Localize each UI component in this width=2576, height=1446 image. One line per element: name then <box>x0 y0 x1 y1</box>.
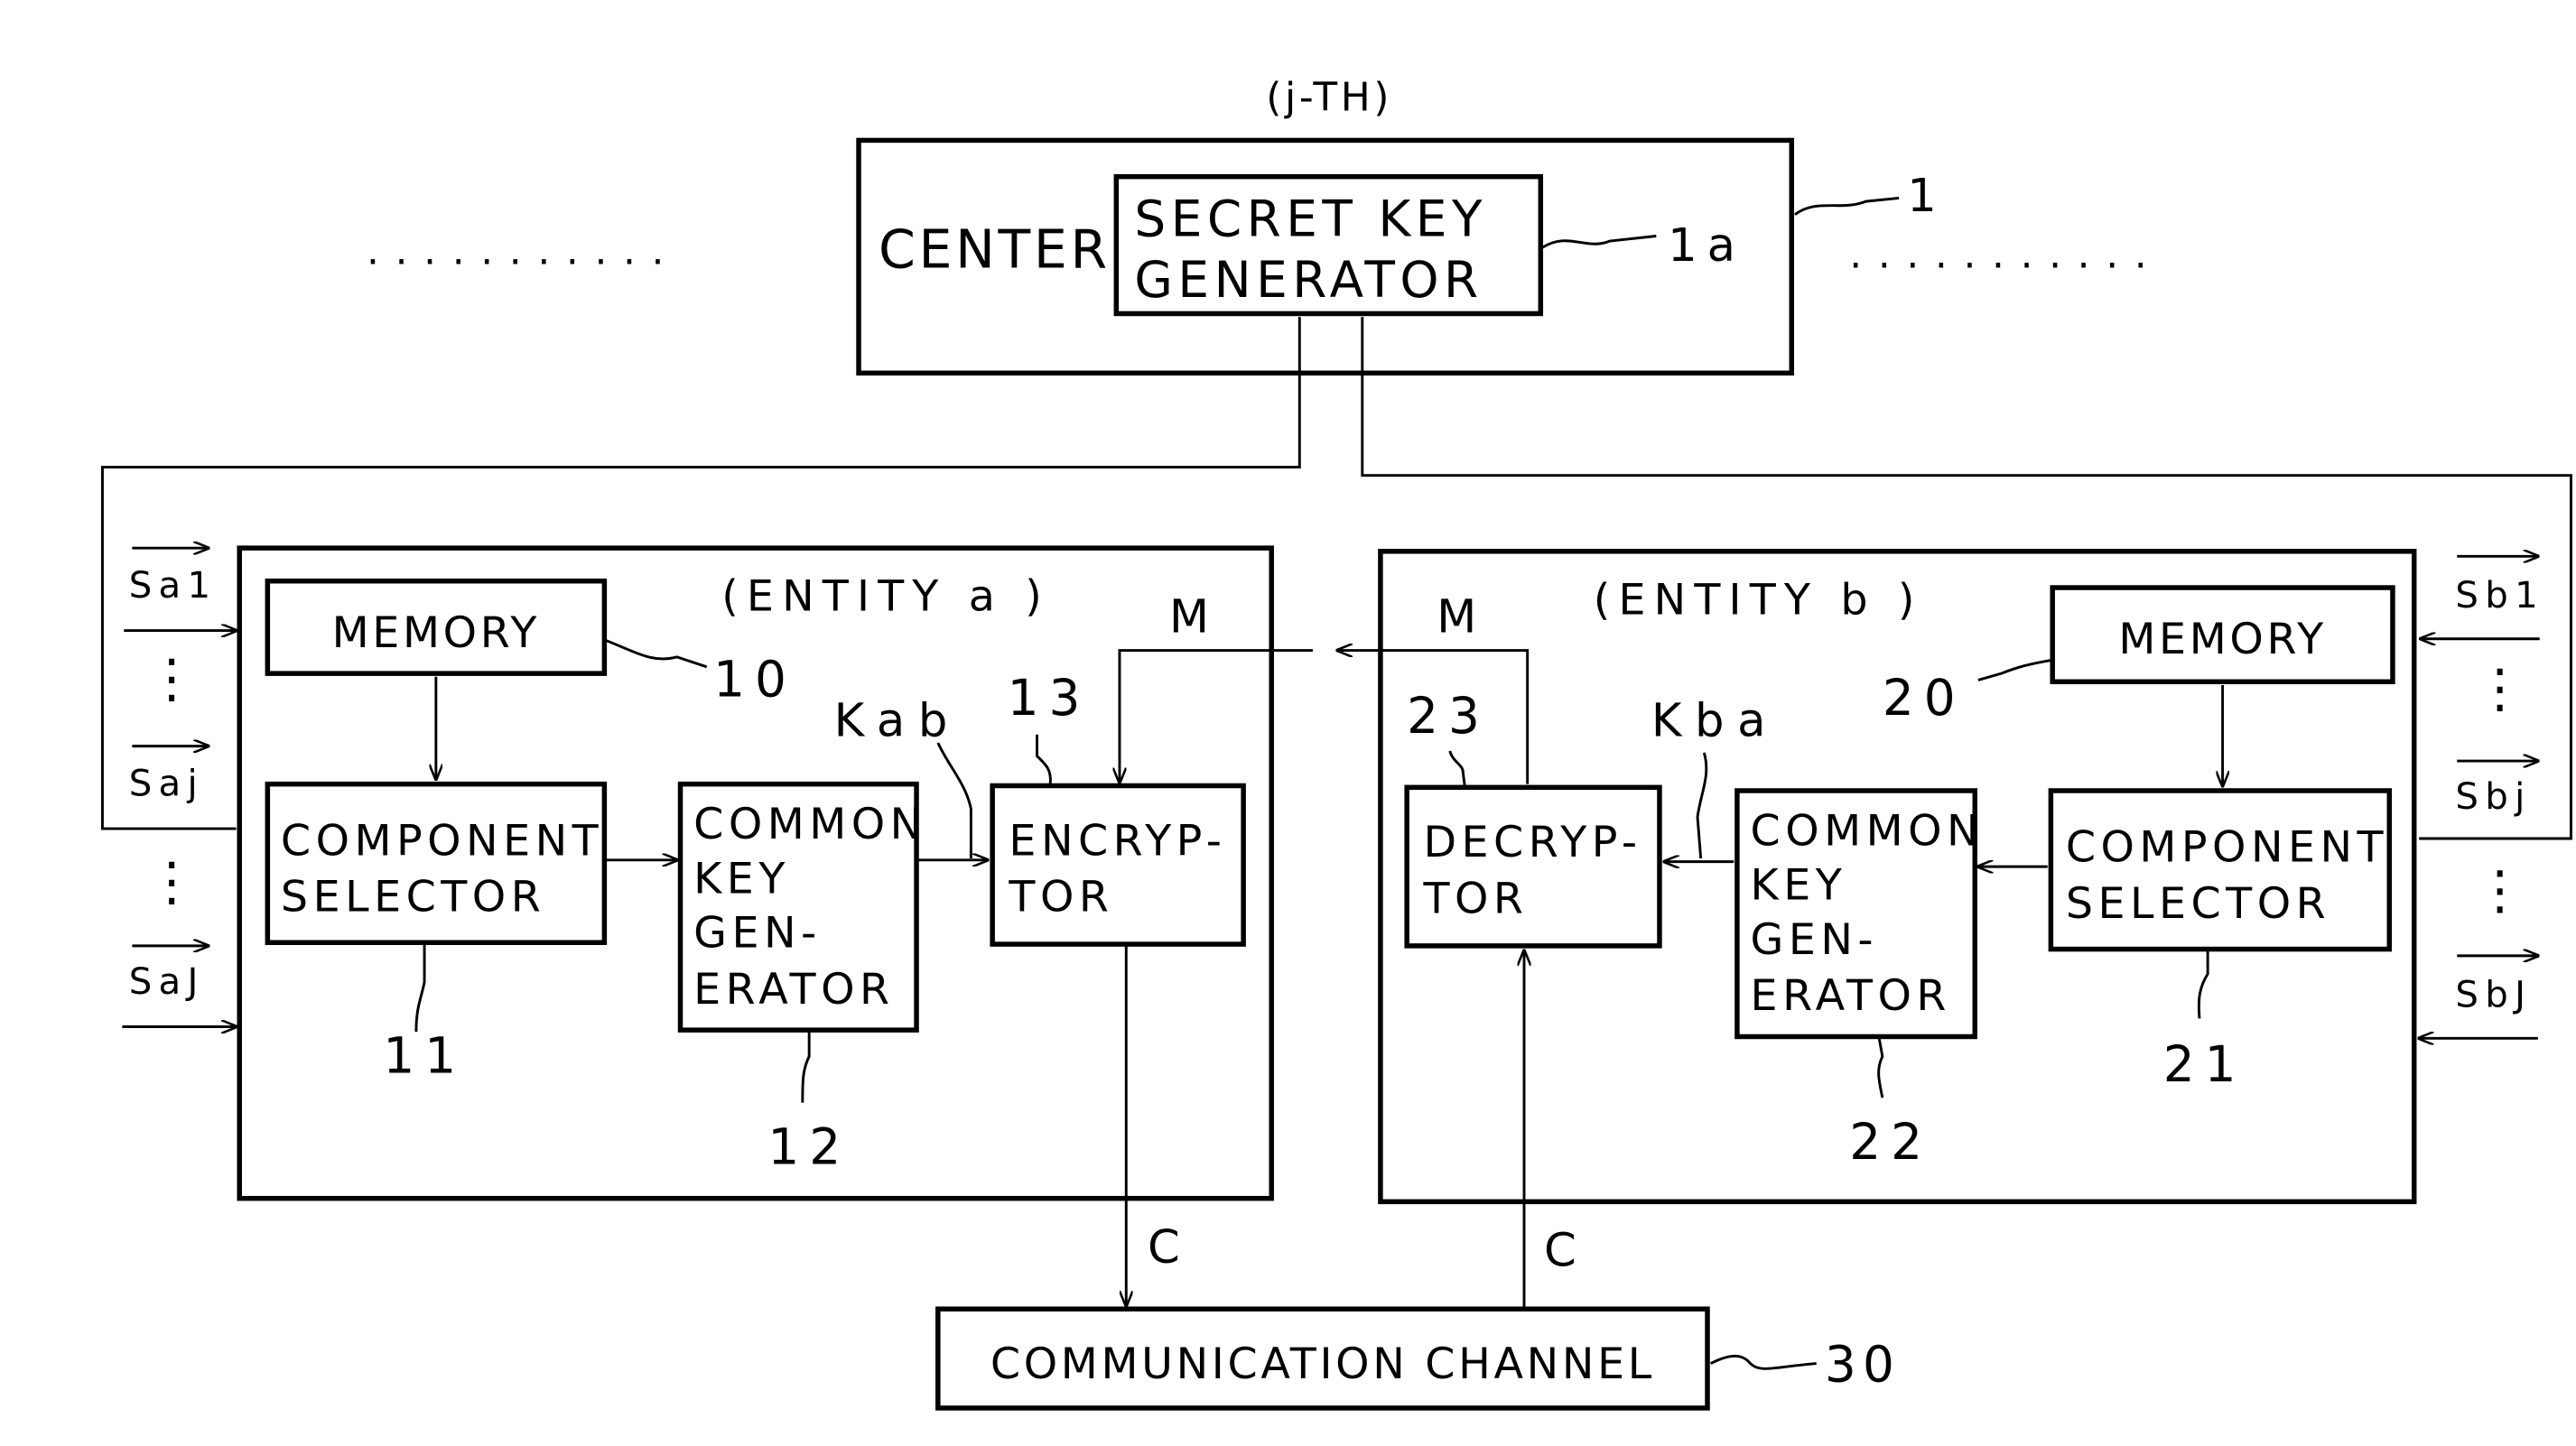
ref-23: 23 <box>1407 687 1490 745</box>
key-label-kba: Kba <box>1651 694 1779 748</box>
keygen-b-line1: COMMON <box>1751 806 1985 856</box>
dots-a-2: ⋮ <box>145 851 199 913</box>
keygen-a-line4: ERATOR <box>693 965 894 1015</box>
entity-b-title: (ENTITY b ) <box>1594 575 1923 625</box>
leader-line-30 <box>1710 1354 1817 1370</box>
dots-b-1: ⋮ <box>2474 658 2527 719</box>
ref-21: 21 <box>2163 1035 2246 1093</box>
decryptor-line2: TOR <box>1422 874 1528 923</box>
cipher-label-b: C <box>1544 1224 1576 1278</box>
selector-b-line2: SELECTOR <box>2066 879 2330 929</box>
communication-channel: COMMUNICATION CHANNEL 30 <box>935 1306 1901 1411</box>
input-saj: Saj <box>129 763 204 804</box>
dots-a-1: ⋮ <box>145 648 199 709</box>
ref-22: 22 <box>1849 1113 1932 1171</box>
input-sa1: Sa1 <box>129 565 218 607</box>
ref-13: 13 <box>1008 669 1091 727</box>
entity-a: (ENTITY a ) Sa1 ⋮ Saj ⋮ SaJ MEMORY 10 CO… <box>122 548 1313 1305</box>
selector-b-line1: COMPONENT <box>2066 823 2388 873</box>
secret-key-generator-line2: GENERATOR <box>1134 251 1483 309</box>
key-label-kab: Kab <box>834 694 961 748</box>
encryptor-line1: ENCRYP- <box>1009 816 1226 866</box>
leader-line-1 <box>1794 196 1900 216</box>
ref-10: 10 <box>713 651 796 709</box>
ref-20: 20 <box>1883 669 1966 727</box>
ref-30: 30 <box>1825 1336 1901 1394</box>
entity-a-title: (ENTITY a ) <box>721 572 1050 622</box>
center-label: CENTER <box>879 218 1111 280</box>
encryptor-line2: TOR <box>1008 872 1113 922</box>
key-distribution-diagram: (j-TH) . . . . . . . . . . . . . . . . .… <box>100 75 2572 1411</box>
input-sbj: Sbj <box>2455 776 2531 818</box>
ellipsis-left: . . . . . . . . . . . <box>367 228 665 274</box>
msg-label-b: M <box>1437 589 1476 644</box>
ellipsis-right: . . . . . . . . . . . <box>1849 231 2148 277</box>
msg-label-a: M <box>1169 589 1209 644</box>
memory-a-label: MEMORY <box>332 608 540 658</box>
keygen-a-line2: KEY <box>693 854 790 904</box>
selector-a-line1: COMPONENT <box>281 816 603 866</box>
keygen-a-line3: GEN- <box>693 909 822 959</box>
ref-12: 12 <box>767 1117 851 1175</box>
keygen-a-line1: COMMON <box>693 800 927 849</box>
memory-b-label: MEMORY <box>2118 615 2326 664</box>
decryptor-line1: DECRYP- <box>1423 818 1641 867</box>
keygen-b-line2: KEY <box>1751 861 1847 911</box>
channel-label: COMMUNICATION CHANNEL <box>990 1339 1655 1389</box>
ref-1: 1 <box>1907 169 1937 223</box>
entity-b: (ENTITY b ) M DECRYP- TOR 23 Kba COMMON … <box>1337 549 2544 1314</box>
keygen-b-line4: ERATOR <box>1751 971 1951 1021</box>
ref-11: 11 <box>383 1027 466 1085</box>
dots-b-2: ⋮ <box>2474 859 2527 921</box>
input-sb1: Sb1 <box>2455 575 2544 616</box>
input-sbJ: SbJ <box>2455 975 2532 1016</box>
input-saJ: SaJ <box>129 961 205 1003</box>
secret-key-generator-line1: SECRET KEY <box>1134 190 1487 248</box>
cipher-label-a: C <box>1148 1220 1180 1275</box>
center-block: (j-TH) . . . . . . . . . . . . . . . . .… <box>367 75 2148 376</box>
keygen-b-line3: GEN- <box>1751 915 1879 965</box>
ref-1a: 1a <box>1668 218 1745 273</box>
center-header: (j-TH) <box>1266 75 1392 121</box>
selector-a-line2: SELECTOR <box>281 872 545 922</box>
